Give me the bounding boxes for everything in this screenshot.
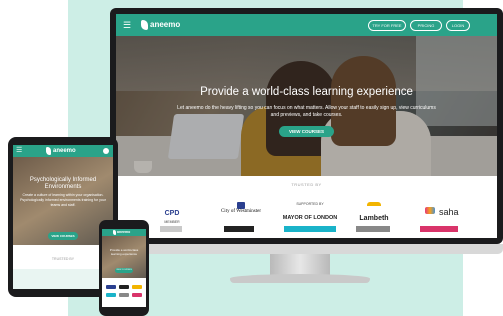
view-courses-button[interactable]: VIEW COURSES <box>279 126 334 137</box>
trusted-by-label: TRUSTED BY <box>51 257 75 261</box>
saha-logo-text: saha <box>438 207 459 217</box>
tablet-navbar: ☰ aneemo <box>13 145 113 157</box>
brand-logo[interactable]: aneemo <box>53 148 76 154</box>
partner-logo <box>132 293 142 297</box>
westminster-logo-text: City of Westminster <box>220 209 262 214</box>
saha-logo: saha <box>414 202 469 222</box>
menu-icon[interactable]: ☰ <box>123 21 133 30</box>
phone-hero-title: Provide a world-class learning experienc… <box>109 248 139 256</box>
mayor-logo-text: MAYOR OF LONDON <box>282 215 338 221</box>
tablet-hero-section: Psychologically Informed Environments Cr… <box>13 157 113 245</box>
aneemo-logo-icon <box>46 147 51 155</box>
partial-logo <box>284 226 336 232</box>
saha-mark-icon <box>424 207 435 215</box>
phone-screen: aneemo Provide a world-class learning ex… <box>102 229 146 307</box>
hero-section: Provide a world-class learning experienc… <box>116 36 497 176</box>
menu-icon[interactable]: ☰ <box>16 147 22 155</box>
partner-logo <box>119 285 129 289</box>
hero-description: Let aneemo do the heavy lifting so you c… <box>177 105 436 118</box>
partial-logo <box>420 226 458 232</box>
desktop-navbar: ☰ aneemo TRY FOR FREE PRICING LOGIN <box>116 14 497 36</box>
partner-logo <box>106 293 116 297</box>
partial-logo <box>160 226 182 232</box>
aneemo-logo-icon <box>113 230 116 235</box>
login-button[interactable]: LOGIN <box>446 20 470 31</box>
hero-title: Provide a world-class learning experienc… <box>200 86 413 98</box>
partner-logo <box>106 285 116 289</box>
tablet-footer-strip <box>13 269 113 289</box>
trusted-by-label: TRUSTED BY <box>291 182 322 187</box>
logos-row-partial <box>116 226 497 238</box>
lambeth-wave-icon <box>367 202 381 206</box>
partner-logo <box>119 293 129 297</box>
partner-logo <box>132 285 142 289</box>
user-icon[interactable] <box>103 148 109 154</box>
phone-logos <box>102 281 146 307</box>
cpd-logo-text: CPD <box>164 210 180 217</box>
view-courses-button[interactable]: VIEW COURSES <box>115 268 133 273</box>
pricing-button[interactable]: PRICING <box>410 20 442 31</box>
monitor-bezel: ☰ aneemo TRY FOR FREE PRICING LOGIN Prov… <box>110 8 503 244</box>
mayor-logo-subtext: SUPPORTED BY <box>296 202 324 206</box>
phone-navbar: aneemo <box>102 229 146 236</box>
cpd-logo-subtext: MEMBER <box>164 220 180 224</box>
partial-logo <box>224 226 254 232</box>
desktop-screen: ☰ aneemo TRY FOR FREE PRICING LOGIN Prov… <box>116 14 497 238</box>
mayor-of-london-logo: SUPPORTED BY MAYOR OF LONDON <box>276 202 344 222</box>
tablet-hero-title: Psychologically Informed Environments <box>29 177 97 190</box>
crest-icon <box>237 202 245 209</box>
partial-logo <box>356 226 390 232</box>
brand-logo[interactable]: aneemo <box>150 20 180 29</box>
cpd-logo: CPD MEMBER <box>152 202 192 224</box>
aneemo-logo-icon <box>141 20 148 30</box>
tablet-hero-description: Create a culture of learning within your… <box>20 193 106 207</box>
westminster-logo: City of Westminster <box>212 202 270 222</box>
tablet-screen: ☰ aneemo Psychologically Informed Enviro… <box>13 145 113 289</box>
monitor-base <box>230 274 370 283</box>
phone-hero-section: Provide a world-class learning experienc… <box>102 236 146 278</box>
monitor-chin <box>110 244 503 254</box>
lambeth-logo: Lambeth <box>354 202 394 222</box>
desktop-monitor: ☰ aneemo TRY FOR FREE PRICING LOGIN Prov… <box>110 8 503 283</box>
monitor-stand <box>270 254 330 276</box>
lambeth-logo-text: Lambeth <box>359 215 389 222</box>
phone-device: aneemo Provide a world-class learning ex… <box>99 220 149 316</box>
try-free-button[interactable]: TRY FOR FREE <box>368 20 406 31</box>
brand-logo[interactable]: aneemo <box>117 230 130 234</box>
view-courses-button[interactable]: VIEW COURSES <box>48 232 78 240</box>
